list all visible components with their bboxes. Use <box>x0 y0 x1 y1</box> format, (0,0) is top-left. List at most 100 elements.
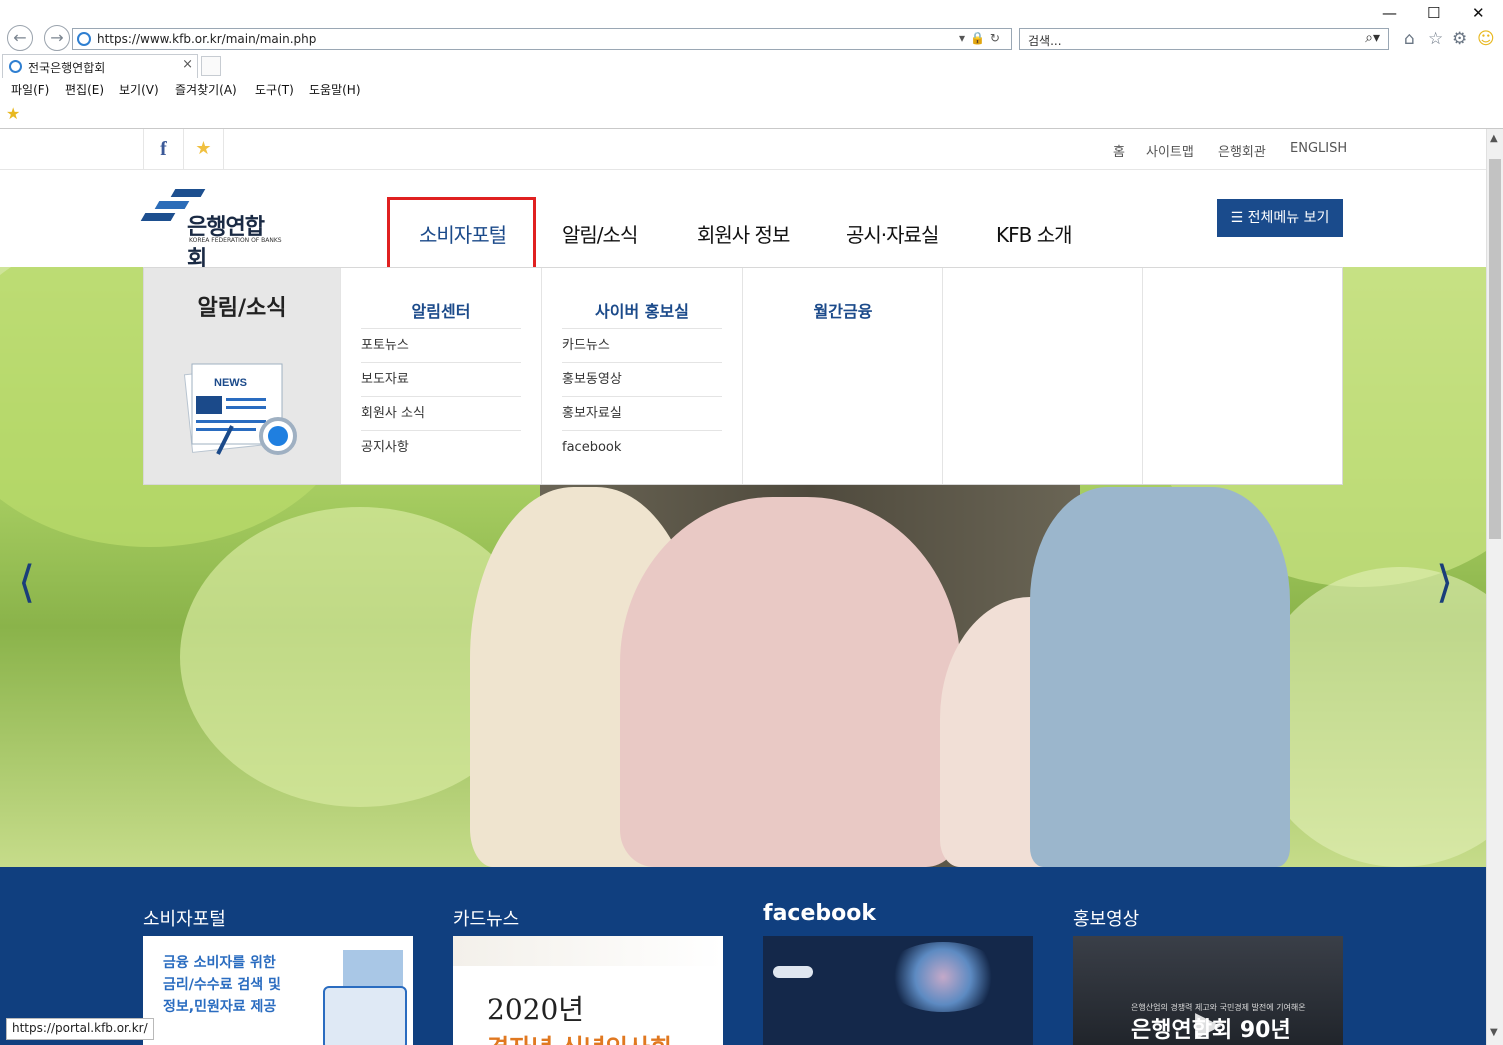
site-logo[interactable]: 은행연합회 KOREA FEDERATION OF BANKS <box>140 189 283 272</box>
logo-bar <box>154 201 190 209</box>
quick-link-band: 소비자포털 카드뉴스 facebook 홍보영상 금융 소비자를 위한 금리/수… <box>0 867 1486 1045</box>
person-boy <box>620 497 960 867</box>
gnb-about-kfb[interactable]: KFB 소개 <box>996 219 1072 248</box>
dropdown-item[interactable]: 홍보동영상 <box>562 362 722 396</box>
gnb-highlight-box <box>387 197 536 270</box>
scroll-down-icon[interactable]: ▼ <box>1490 1027 1498 1038</box>
dropdown-heading[interactable]: 사이버 홍보실 <box>542 298 742 322</box>
facebook-card[interactable] <box>763 936 1033 1045</box>
pr-video-card[interactable]: 은행산업의 경쟁력 제고와 국민경제 발전에 기여해온 은행연합회 90년 ▶ <box>1073 936 1343 1045</box>
address-text[interactable]: https://www.kfb.or.kr/main/main.php <box>97 32 316 46</box>
status-bar-url: https://portal.kfb.or.kr/ <box>6 1018 154 1040</box>
top-utility-bar: f ★ 홈 사이트맵 은행회관 ENGLISH <box>0 129 1486 170</box>
next-slide-icon[interactable]: ⟩ <box>1436 557 1453 608</box>
prev-slide-icon[interactable]: ⟨ <box>18 557 35 608</box>
news-label: NEWS <box>214 377 247 389</box>
browser-chrome: ← → https://www.kfb.or.kr/main/main.php … <box>0 0 1503 129</box>
menu-bar: 파일(F) 편집(E) 보기(V) 즐겨찾기(A) 도구(T) 도움말(H) <box>0 80 1503 100</box>
dropdown-col-cyber-pr: 사이버 홍보실 카드뉴스 홍보동영상 홍보자료실 facebook <box>541 268 742 484</box>
card-news-sub: 경자년 신년인사회 <box>487 1028 672 1045</box>
pine-branch-graphic <box>453 936 723 966</box>
logo-bar <box>170 189 206 197</box>
menu-view[interactable]: 보기(V) <box>119 81 159 98</box>
dropdown-col-empty <box>942 268 1143 484</box>
browser-tab[interactable]: 전국은행연합회 × <box>2 54 198 78</box>
menu-tools[interactable]: 도구(T) <box>255 81 294 98</box>
address-controls[interactable]: ▾🔒↻ <box>959 31 1005 45</box>
dropdown-item[interactable]: facebook <box>562 430 722 464</box>
dropdown-col-empty <box>1142 268 1343 484</box>
all-menu-button[interactable]: ☰ 전체메뉴 보기 <box>1217 199 1343 237</box>
close-window-icon[interactable]: ✕ <box>1472 4 1485 22</box>
scroll-up-icon[interactable]: ▲ <box>1490 133 1498 144</box>
section-facebook-title[interactable]: facebook <box>763 901 876 926</box>
cloud-graphic <box>773 966 813 978</box>
maximize-icon[interactable]: ☐ <box>1427 4 1440 22</box>
card-news-card[interactable]: 2020년 경자년 신년인사회 <box>453 936 723 1045</box>
dropdown-side: 알림/소식 NEWS <box>144 268 340 484</box>
gnb-news[interactable]: 알림/소식 <box>562 219 638 248</box>
util-bankhall-link[interactable]: 은행회관 <box>1218 141 1266 160</box>
news-dropdown-panel: 알림/소식 NEWS 알림센터 포토뉴스 보도자료 회원사 소식 공지사항 사이… <box>143 267 1343 485</box>
add-favorites-icon[interactable]: ★ <box>6 104 20 123</box>
gnb-disclosure[interactable]: 공시·자료실 <box>846 219 939 248</box>
dropdown-item[interactable]: 보도자료 <box>361 362 521 396</box>
favorites-star-icon[interactable]: ☆ <box>1428 29 1443 49</box>
dropdown-item[interactable]: 공지사항 <box>361 430 521 464</box>
newspaper-icon: NEWS <box>183 363 297 455</box>
ie-page-icon <box>77 32 91 46</box>
consumer-card-line: 금융 소비자를 위한 <box>163 955 276 971</box>
dropdown-item[interactable]: 포토뉴스 <box>361 328 521 362</box>
section-pr-video-title[interactable]: 홍보영상 <box>1073 905 1139 931</box>
tablet-graphic <box>323 986 407 1045</box>
web-page: f ★ 홈 사이트맵 은행회관 ENGLISH 은행연합회 KOREA FEDE… <box>0 129 1486 1045</box>
bookmark-star-icon[interactable]: ★ <box>183 129 224 169</box>
dropdown-item[interactable]: 회원사 소식 <box>361 396 521 430</box>
tab-ie-icon <box>9 60 22 73</box>
search-icon[interactable]: ⌕▾ <box>1365 30 1380 46</box>
consumer-card-line: 정보,민원자료 제공 <box>163 999 277 1015</box>
consumer-card-line: 금리/수수료 검색 및 <box>163 977 281 993</box>
consumer-portal-card[interactable]: 금융 소비자를 위한 금리/수수료 검색 및 정보,민원자료 제공 <box>143 936 413 1045</box>
menu-help[interactable]: 도움말(H) <box>309 81 361 98</box>
dropdown-item[interactable]: 카드뉴스 <box>562 328 722 362</box>
home-icon[interactable]: ⌂ <box>1404 29 1415 49</box>
new-tab-button[interactable] <box>201 56 221 76</box>
logo-english: KOREA FEDERATION OF BANKS <box>189 237 282 244</box>
person-father <box>1030 487 1290 867</box>
util-home-link[interactable]: 홈 <box>1113 141 1125 160</box>
dropdown-col-monthly-finance: 월간금융 <box>742 268 943 484</box>
smiley-icon[interactable]: ☺ <box>1477 29 1495 49</box>
search-box[interactable]: 검색... ⌕▾ <box>1019 28 1389 50</box>
util-english-link[interactable]: ENGLISH <box>1290 141 1347 156</box>
util-sitemap-link[interactable]: 사이트맵 <box>1146 141 1194 160</box>
menu-edit[interactable]: 편집(E) <box>65 81 104 98</box>
dropdown-heading[interactable]: 알림센터 <box>341 298 541 322</box>
play-icon[interactable]: ▶ <box>1195 1004 1221 1044</box>
dropdown-item[interactable]: 홍보자료실 <box>562 396 722 430</box>
dropdown-col-notice-center: 알림센터 포토뉴스 보도자료 회원사 소식 공지사항 <box>340 268 541 484</box>
section-consumer-portal-title[interactable]: 소비자포털 <box>143 905 226 931</box>
scroll-thumb[interactable] <box>1489 159 1501 539</box>
search-placeholder[interactable]: 검색... <box>1028 32 1062 49</box>
menu-favorites[interactable]: 즐겨찾기(A) <box>175 81 237 98</box>
back-icon[interactable]: ← <box>7 25 33 51</box>
facebook-icon[interactable]: f <box>143 129 183 169</box>
menu-file[interactable]: 파일(F) <box>11 81 49 98</box>
card-news-year: 2020년 <box>487 993 585 1026</box>
all-menu-label: 전체메뉴 보기 <box>1247 210 1330 226</box>
logo-bar <box>140 213 176 221</box>
vertical-scrollbar[interactable]: ▲ ▼ <box>1486 129 1503 1045</box>
dropdown-side-title: 알림/소식 <box>197 296 287 321</box>
tab-title[interactable]: 전국은행연합회 <box>28 59 105 76</box>
section-card-news-title[interactable]: 카드뉴스 <box>453 905 519 931</box>
hamburger-icon: ☰ <box>1230 210 1248 226</box>
gear-icon[interactable]: ⚙ <box>1452 29 1467 49</box>
close-tab-icon[interactable]: × <box>182 57 193 72</box>
dropdown-heading[interactable]: 월간금융 <box>743 298 943 322</box>
address-bar[interactable]: https://www.kfb.or.kr/main/main.php ▾🔒↻ <box>72 28 1012 50</box>
forward-icon[interactable]: → <box>44 25 70 51</box>
gnb-member-info[interactable]: 회원사 정보 <box>697 219 790 248</box>
minimize-icon[interactable]: — <box>1382 4 1397 22</box>
fireworks-graphic <box>883 942 1003 1012</box>
